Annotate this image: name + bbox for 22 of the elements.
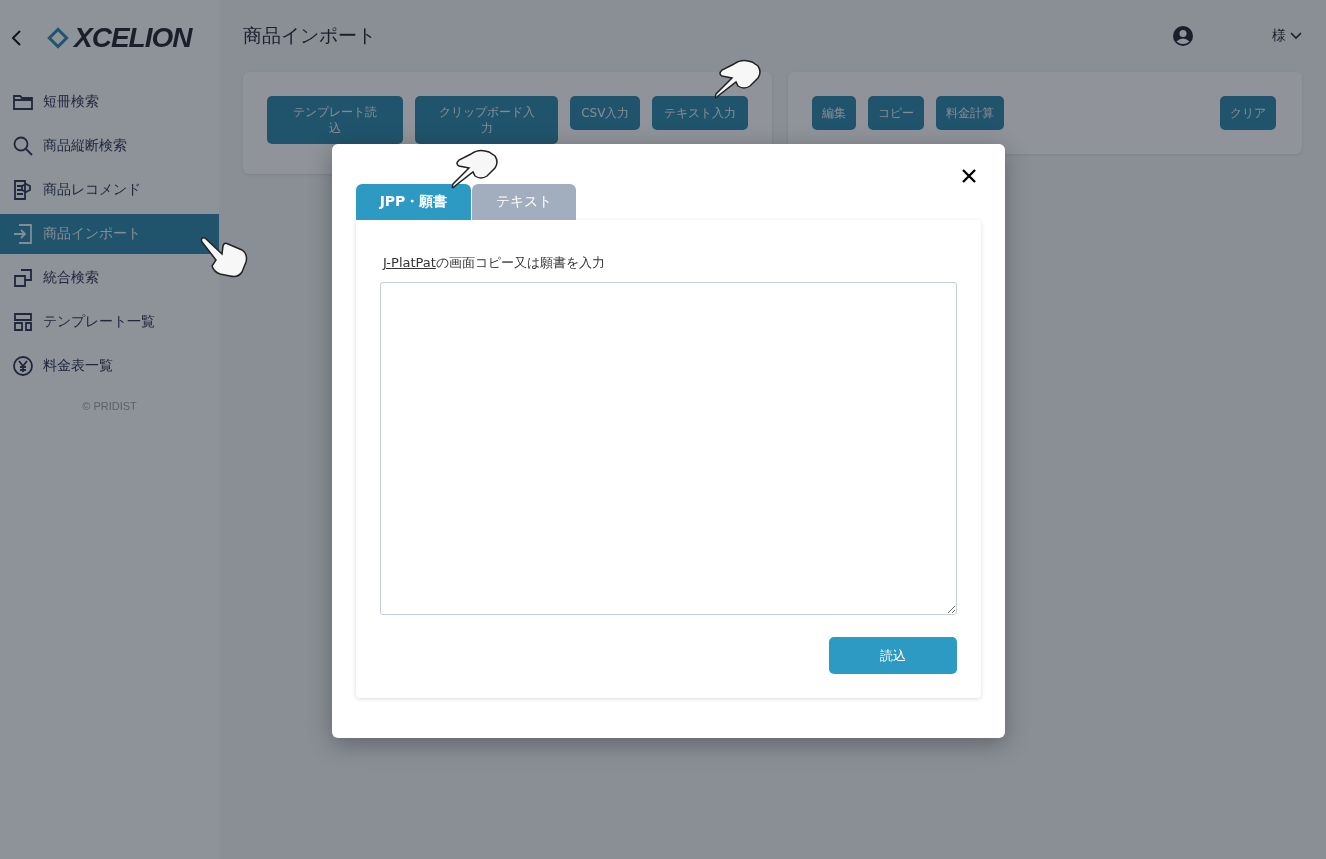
- sidebar-item[interactable]: テンプレート一覧: [0, 302, 219, 342]
- import-button[interactable]: クリップボード入力: [414, 96, 559, 144]
- import-button[interactable]: テキスト入力: [652, 96, 748, 130]
- import-button[interactable]: CSV入力: [570, 96, 641, 130]
- user-menu[interactable]: 様: [1272, 27, 1302, 45]
- sidebar-item[interactable]: 短冊検索: [0, 82, 219, 122]
- action-button[interactable]: 編集: [812, 96, 856, 130]
- tab[interactable]: テキスト: [472, 184, 576, 220]
- page-title: 商品インポート: [243, 23, 377, 48]
- import-button[interactable]: テンプレート読込: [267, 96, 403, 144]
- load-button[interactable]: 読込: [829, 637, 957, 674]
- j-platpat-link[interactable]: J-PlatPat: [383, 255, 436, 270]
- input-instruction: J-PlatPatの画面コピー又は願書を入力: [383, 254, 606, 272]
- sidebar-item[interactable]: 商品インポート: [0, 214, 219, 254]
- sidebar-item[interactable]: 商品レコメンド: [0, 170, 219, 210]
- clear-button[interactable]: クリア: [1220, 96, 1276, 130]
- action-button[interactable]: 料金計算: [936, 96, 1004, 130]
- action-button[interactable]: コピー: [868, 96, 924, 130]
- tab[interactable]: JPP・願書: [356, 184, 471, 220]
- sidebar-item[interactable]: 料金表一覧: [0, 346, 219, 386]
- logo: XCELION: [74, 22, 192, 54]
- sidebar-item[interactable]: 商品縦断検索: [0, 126, 219, 166]
